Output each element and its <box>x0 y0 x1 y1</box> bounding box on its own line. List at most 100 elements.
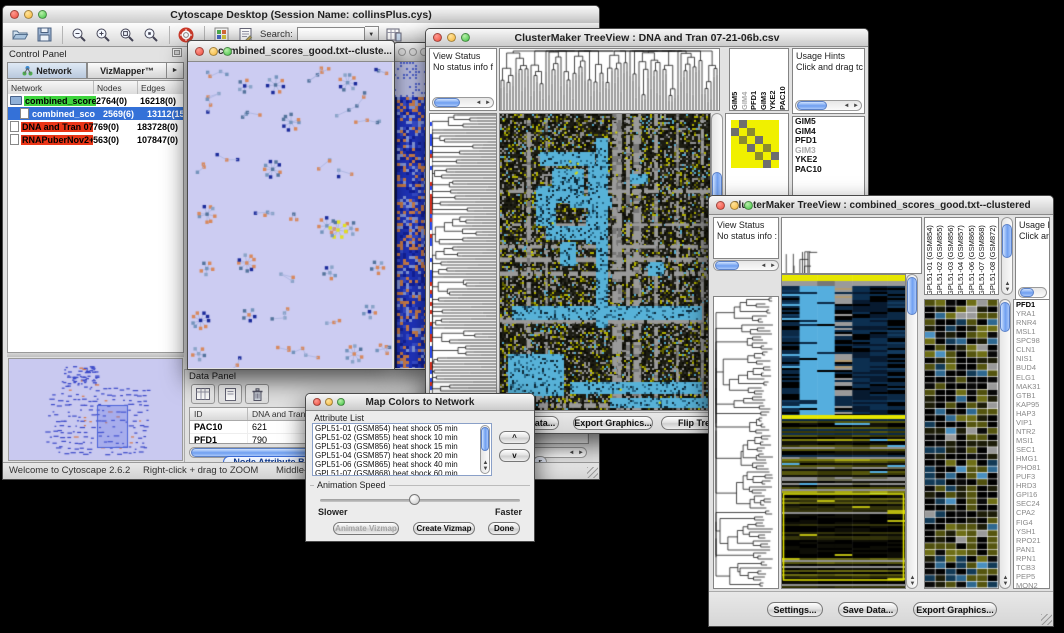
treeview-combined-titlebar[interactable]: ClusterMaker TreeView : combined_scores_… <box>709 196 1053 215</box>
minimize-button[interactable] <box>209 47 218 56</box>
gene-label[interactable]: HAP3 <box>1014 409 1049 418</box>
network-list-row[interactable]: combined_scores2764(0)16218(0) <box>8 94 183 107</box>
close-button[interactable] <box>433 33 442 42</box>
row-label[interactable]: PAC10 <box>793 165 864 175</box>
zoom-button[interactable] <box>744 201 753 210</box>
select-attributes-icon[interactable] <box>191 384 215 404</box>
gene-label[interactable]: FIG4 <box>1014 518 1049 527</box>
treeview-dna-titlebar[interactable]: ClusterMaker TreeView : DNA and Tran 07-… <box>426 29 868 47</box>
attr-col-id[interactable]: ID <box>190 408 248 420</box>
row-dendrogram-canvas[interactable] <box>430 114 496 410</box>
export-graphics-button[interactable]: Export Graphics... <box>573 416 653 430</box>
close-button[interactable] <box>195 47 204 56</box>
network-view-canvas[interactable] <box>188 62 392 368</box>
row-label[interactable]: GIM3 <box>793 146 864 156</box>
tab-vizmapper[interactable]: VizMapper™ <box>87 62 167 79</box>
gene-label[interactable]: MSL1 <box>1014 327 1049 336</box>
settings-button[interactable]: Settings... <box>767 602 823 617</box>
gene-label[interactable]: CPA2 <box>1014 508 1049 517</box>
gene-label[interactable]: MSI1 <box>1014 436 1049 445</box>
column-label[interactable]: GPL51-01 (GSM854) <box>925 218 935 295</box>
view-status-hscrollbar[interactable]: ◄ ► <box>432 97 494 108</box>
gene-label[interactable]: MAK31 <box>1014 382 1049 391</box>
resize-grip[interactable] <box>587 467 598 478</box>
gene-label[interactable]: HRD3 <box>1014 481 1049 490</box>
gene-label[interactable]: PHO81 <box>1014 463 1049 472</box>
zoom-selected-icon[interactable] <box>140 25 162 45</box>
background-window-titlebar[interactable] <box>394 43 429 62</box>
column-dendrogram-canvas[interactable] <box>782 218 921 273</box>
animation-speed-slider[interactable] <box>320 499 520 502</box>
minimize-button[interactable] <box>325 398 333 406</box>
save-icon[interactable] <box>33 25 55 45</box>
gene-label[interactable]: PUF3 <box>1014 472 1049 481</box>
gene-label[interactable]: BUD4 <box>1014 363 1049 372</box>
network-list-row[interactable]: combined_sco2569(6)13112(15) <box>8 107 183 120</box>
gene-label[interactable]: PFD1 <box>1014 300 1049 309</box>
zoom-out-icon[interactable] <box>68 25 90 45</box>
close-button[interactable] <box>398 48 406 56</box>
zoom-button[interactable] <box>223 47 232 56</box>
network-list-row[interactable]: DNA and Tran 07769(0)183728(0) <box>8 120 183 133</box>
row-label[interactable]: GIM5 <box>793 117 864 127</box>
attribute-list-vscrollbar[interactable]: ▲▼ <box>480 425 490 474</box>
new-attribute-icon[interactable] <box>218 384 242 404</box>
column-label[interactable]: GIM4 <box>740 50 750 110</box>
float-panel-icon[interactable] <box>172 48 182 60</box>
gene-label[interactable]: MON2 <box>1014 581 1049 589</box>
minimize-button[interactable] <box>447 33 456 42</box>
open-folder-icon[interactable] <box>9 25 31 45</box>
gene-label[interactable]: NIS1 <box>1014 354 1049 363</box>
zoom-button[interactable] <box>38 10 47 19</box>
column-label[interactable]: PFD1 <box>749 50 759 110</box>
scrollbar-arrows[interactable]: ◄ ► <box>568 449 585 458</box>
close-button[interactable] <box>313 398 321 406</box>
gene-label[interactable]: NTR2 <box>1014 427 1049 436</box>
move-down-button[interactable]: v <box>499 449 530 462</box>
gene-label[interactable]: VIP1 <box>1014 418 1049 427</box>
usage-hints-hscrollbar[interactable] <box>1018 287 1047 298</box>
slider-handle[interactable] <box>409 494 420 505</box>
gene-label[interactable]: KAP95 <box>1014 400 1049 409</box>
minimize-button[interactable] <box>730 201 739 210</box>
column-label[interactable]: GPL51-06 (GSM865) <box>967 218 977 295</box>
save-data-button[interactable]: Save Data... <box>838 602 898 617</box>
network-overview-canvas[interactable] <box>9 359 182 460</box>
main-titlebar[interactable]: Cytoscape Desktop (Session Name: collins… <box>3 6 599 24</box>
gene-label[interactable]: CLN1 <box>1014 345 1049 354</box>
close-button[interactable] <box>10 10 19 19</box>
network-list-row[interactable]: RNAPuberNov2+563(0)107847(0) <box>8 133 183 146</box>
tab-overflow-arrow[interactable]: ► <box>167 62 184 79</box>
column-label[interactable]: GIM3 <box>759 50 769 110</box>
column-label[interactable]: GPL51-08 (GSM872) <box>988 218 998 295</box>
zoom-in-icon[interactable] <box>92 25 114 45</box>
create-vizmap-button[interactable]: Create Vizmap <box>413 522 475 535</box>
gene-label[interactable]: HMG1 <box>1014 454 1049 463</box>
gene-label[interactable]: YRA1 <box>1014 309 1049 318</box>
gene-label[interactable]: RNR4 <box>1014 318 1049 327</box>
row-label[interactable]: GIM4 <box>793 127 864 137</box>
resize-grip[interactable] <box>1041 614 1052 625</box>
dense-network-canvas[interactable] <box>394 62 427 368</box>
gene-label[interactable]: GTB1 <box>1014 391 1049 400</box>
zoom-fit-icon[interactable] <box>116 25 138 45</box>
zoom-heatmap-vscrollbar[interactable]: ▲▼ <box>999 299 1011 589</box>
column-label[interactable]: GPL51-07 (GSM868) <box>977 218 987 295</box>
done-button[interactable]: Done <box>488 522 520 535</box>
combined-heatmap-vscrollbar[interactable]: ▲▼ <box>906 274 918 589</box>
column-label[interactable]: GPL51-04 (GSM857) <box>956 218 966 295</box>
move-up-button[interactable]: ^ <box>499 431 530 444</box>
animate-vizmap-button[interactable]: Animate Vizmap <box>333 522 399 535</box>
network-view-titlebar[interactable]: combined_scores_good.txt--cluste... <box>188 41 394 62</box>
gene-label[interactable]: SPC98 <box>1014 336 1049 345</box>
close-button[interactable] <box>716 201 725 210</box>
minimize-button[interactable] <box>24 10 33 19</box>
gene-label[interactable]: ELG1 <box>1014 373 1049 382</box>
dna-heatmap-canvas[interactable] <box>500 114 710 410</box>
row-dendrogram-canvas[interactable] <box>714 297 778 588</box>
gene-label[interactable]: RPN1 <box>1014 554 1049 563</box>
column-labels-vscrollbar[interactable]: ▲▼ <box>1001 217 1013 295</box>
panel-divider[interactable] <box>7 353 184 357</box>
column-label[interactable]: YKE2 <box>768 50 778 110</box>
zoom-button[interactable] <box>337 398 345 406</box>
